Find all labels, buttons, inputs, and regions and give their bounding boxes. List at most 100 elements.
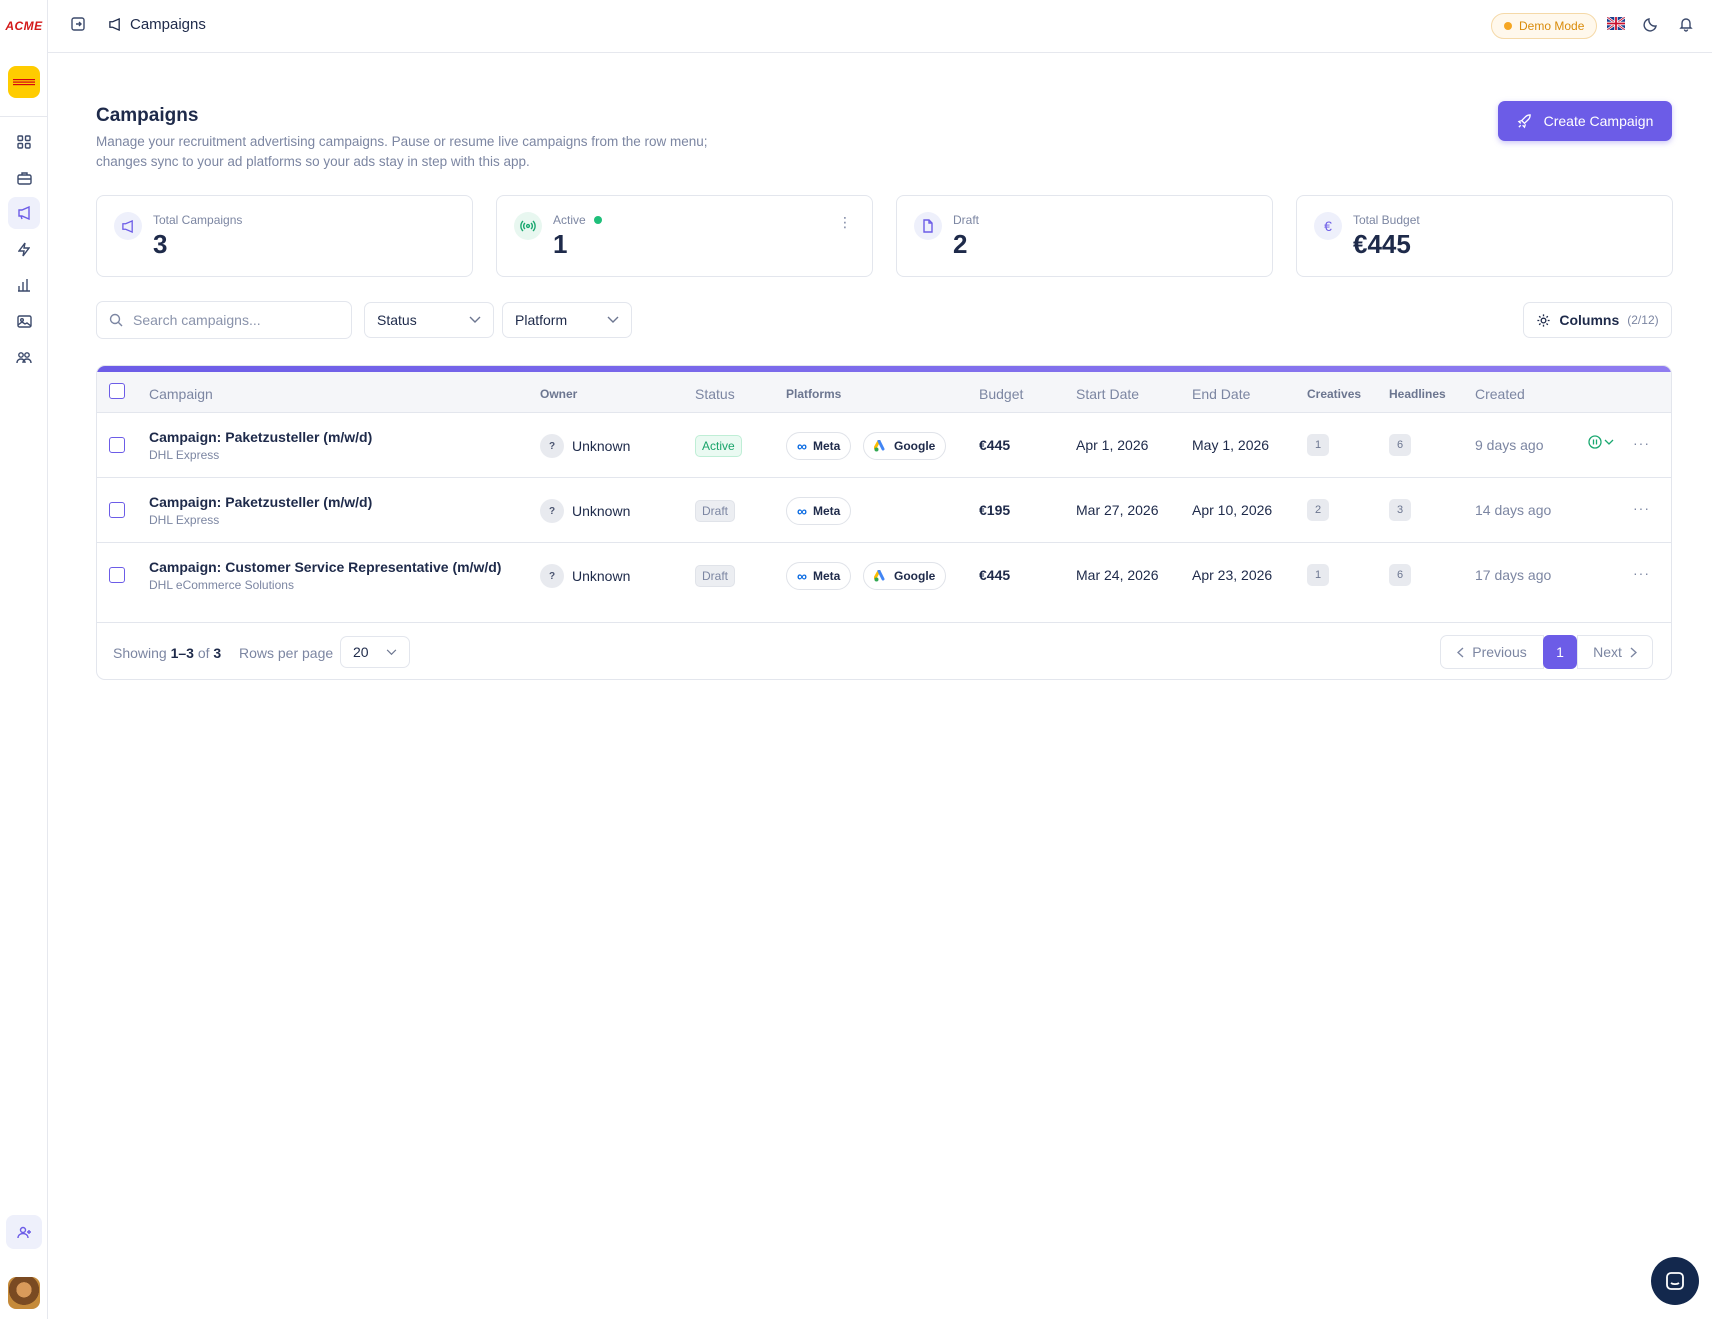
sidebar: ACME: [0, 0, 48, 1319]
sidebar-item-dashboard[interactable]: [8, 126, 40, 158]
meta-icon: ∞: [797, 503, 807, 519]
sidebar-item-analytics[interactable]: [8, 269, 40, 301]
platform-chip-google: Google: [863, 562, 947, 590]
end-date-cell: Apr 23, 2026: [1192, 567, 1273, 583]
chevron-down-icon: [607, 316, 619, 323]
rows-per-page-value: 20: [353, 644, 369, 660]
demo-mode-label: Demo Mode: [1519, 19, 1585, 33]
owner-avatar: ?: [540, 499, 564, 523]
sidebar-item-automations[interactable]: [8, 233, 40, 265]
row-checkbox[interactable]: [109, 502, 125, 518]
language-flag-icon[interactable]: [1607, 17, 1625, 30]
tenant-switcher[interactable]: [8, 66, 40, 98]
headlines-count: 6: [1389, 564, 1411, 586]
stat-card-total-campaigns: Total Campaigns 3: [96, 195, 473, 277]
stat-value: 3: [153, 229, 168, 259]
stat-card-total-budget: € Total Budget €445: [1296, 195, 1673, 277]
col-headlines[interactable]: Headlines: [1389, 387, 1446, 401]
stat-value: €445: [1353, 229, 1411, 259]
row-menu-icon[interactable]: ···: [1633, 435, 1650, 451]
previous-page-button[interactable]: Previous: [1440, 635, 1544, 669]
owner-cell: ? Unknown: [540, 564, 630, 588]
start-date-cell: Mar 27, 2026: [1076, 502, 1159, 518]
next-page-button[interactable]: Next: [1577, 635, 1653, 669]
col-creatives[interactable]: Creatives: [1307, 387, 1361, 401]
chevron-down-icon: [469, 316, 481, 323]
owner-name: Unknown: [572, 503, 631, 519]
chevron-down-icon: [386, 648, 397, 655]
col-start-date[interactable]: Start Date: [1076, 386, 1139, 402]
showing-text: Showing 1–3 of 3: [113, 645, 221, 661]
platform-filter-select[interactable]: Platform: [502, 302, 632, 338]
search-icon: [109, 313, 123, 327]
headlines-count: 3: [1389, 499, 1411, 521]
rows-per-page-select[interactable]: 20: [340, 636, 410, 668]
sidebar-item-team[interactable]: [8, 341, 40, 373]
col-platforms[interactable]: Platforms: [786, 387, 841, 401]
status-filter-select[interactable]: Status: [364, 302, 494, 338]
team-icon: [16, 351, 32, 363]
create-campaign-button[interactable]: Create Campaign: [1498, 101, 1672, 141]
budget-cell: €445: [979, 437, 1011, 453]
row-checkbox[interactable]: [109, 437, 125, 453]
page-1-button[interactable]: 1: [1543, 635, 1577, 669]
moon-icon: [1643, 18, 1657, 32]
search-input[interactable]: [133, 312, 333, 328]
page-title: Campaigns: [96, 105, 199, 126]
col-status[interactable]: Status: [695, 386, 735, 402]
status-dot: [1504, 22, 1512, 30]
showing-prefix: Showing: [113, 645, 167, 661]
google-ads-icon: [874, 570, 885, 582]
creatives-count: 2: [1307, 499, 1329, 521]
chevron-right-icon: [1630, 646, 1637, 658]
top-bar: Campaigns Demo Mode: [48, 0, 1712, 53]
campaign-name[interactable]: Campaign: Paketzusteller (m/w/d): [149, 429, 372, 445]
collapse-sidebar-button[interactable]: [70, 16, 90, 36]
more-vertical-icon[interactable]: ⋮: [838, 214, 852, 231]
sidebar-item-campaigns[interactable]: [8, 197, 40, 229]
chevron-down-icon: [1604, 439, 1614, 445]
megaphone-icon: [109, 18, 120, 31]
breadcrumb-label: Campaigns: [130, 16, 206, 33]
chat-widget-button[interactable]: [1651, 1257, 1699, 1305]
col-owner[interactable]: Owner: [540, 387, 577, 401]
select-all-checkbox[interactable]: [109, 383, 125, 399]
col-created[interactable]: Created: [1475, 386, 1525, 402]
status-badge: Draft: [695, 565, 736, 587]
table-row[interactable]: Campaign: Paketzusteller (m/w/d) DHL Exp…: [97, 413, 1671, 478]
dhl-logo-icon: [13, 79, 35, 86]
col-end-date[interactable]: End Date: [1192, 386, 1250, 402]
campaign-name[interactable]: Campaign: Paketzusteller (m/w/d): [149, 494, 372, 510]
row-menu-icon[interactable]: ···: [1633, 565, 1650, 581]
briefcase-icon: [16, 172, 32, 185]
app-logo[interactable]: ACME: [0, 0, 48, 52]
pause-icon: [1588, 435, 1602, 449]
showing-range: 1–3: [170, 645, 194, 661]
sidebar-item-media[interactable]: [8, 305, 40, 337]
table-row[interactable]: Campaign: Customer Service Representativ…: [97, 543, 1671, 623]
created-cell: 9 days ago: [1475, 437, 1544, 453]
notifications-button[interactable]: [1678, 16, 1698, 36]
columns-button[interactable]: Columns (2/12): [1523, 302, 1672, 338]
sidebar-item-jobs[interactable]: [8, 162, 40, 194]
invite-user-button[interactable]: [6, 1215, 42, 1249]
demo-mode-badge[interactable]: Demo Mode: [1491, 13, 1598, 39]
chevron-left-icon: [1457, 646, 1464, 658]
row-menu-icon[interactable]: ···: [1633, 500, 1650, 516]
rocket-icon: [1517, 113, 1531, 128]
campaign-name[interactable]: Campaign: Customer Service Representativ…: [149, 559, 501, 575]
row-checkbox[interactable]: [109, 567, 125, 583]
search-box[interactable]: [96, 301, 352, 339]
col-campaign[interactable]: Campaign: [149, 386, 213, 402]
platform-chip-meta: ∞ Meta: [786, 497, 852, 525]
platform-chip-google: Google: [863, 432, 947, 460]
owner-avatar: ?: [540, 564, 564, 588]
col-budget[interactable]: Budget: [979, 386, 1023, 402]
pause-toggle-button[interactable]: [1588, 435, 1614, 449]
platform-chip-meta: ∞ Meta: [786, 562, 852, 590]
user-avatar[interactable]: [8, 1277, 40, 1309]
platform-label: Google: [894, 569, 936, 583]
sidebar-divider: [0, 116, 48, 117]
table-row[interactable]: Campaign: Paketzusteller (m/w/d) DHL Exp…: [97, 478, 1671, 543]
theme-toggle-button[interactable]: [1643, 16, 1663, 36]
